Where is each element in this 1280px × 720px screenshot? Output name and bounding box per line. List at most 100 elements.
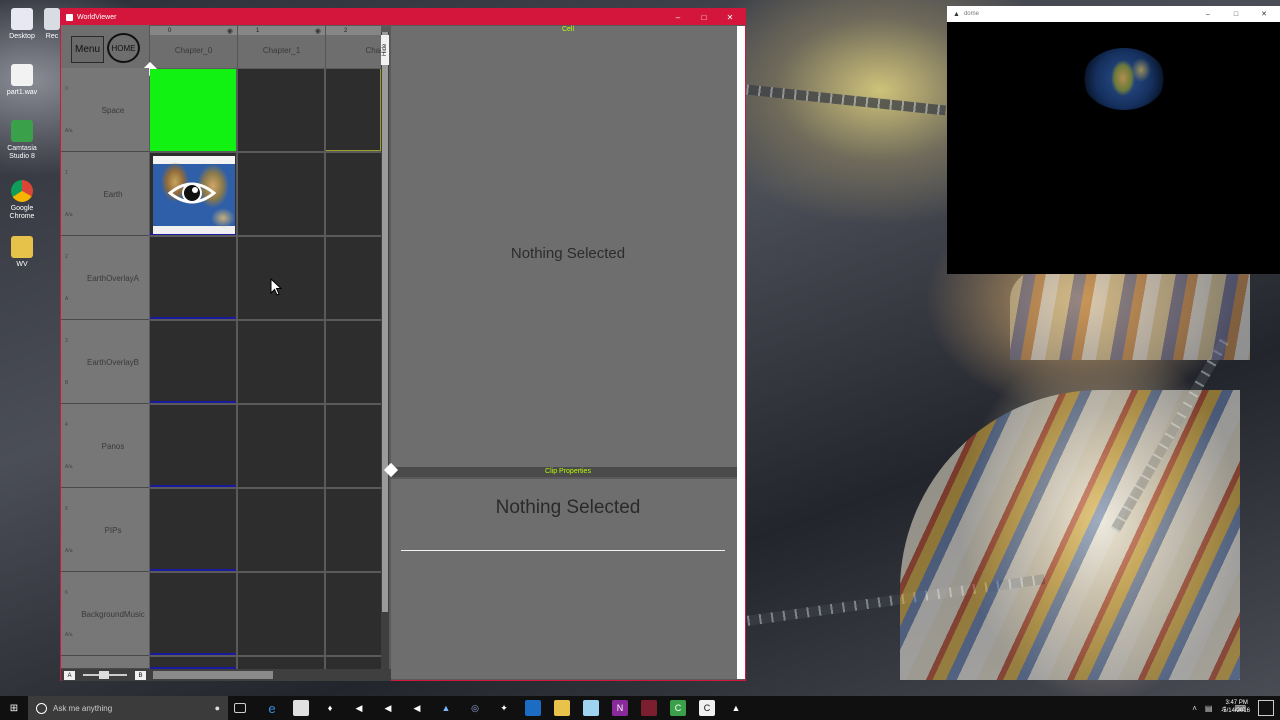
desktop-icon-label: Google Chrome [9,205,35,220]
microphone-icon[interactable]: ● [215,703,220,713]
grid-cell-space-ch2[interactable] [326,69,381,151]
grid-cell-earthoverlaya-ch2[interactable] [326,237,381,319]
notification-center-icon[interactable] [1258,700,1274,716]
system-clock[interactable]: 3:47 PM 5/14/2016 [1223,699,1250,715]
row-ab-toggle[interactable]: A/a [65,212,73,218]
store-icon[interactable] [293,700,309,716]
close-button[interactable]: ✕ [717,9,743,25]
row-index: 2 [65,254,68,260]
taskbar-app-icon[interactable]: ◀ [351,700,367,716]
chevron-up-icon[interactable]: ˄ [1192,704,1197,713]
clip-properties-tab[interactable]: Clip Properties [391,467,745,477]
grid-cell-backgroundmusic-ch1[interactable] [238,573,324,655]
b-button[interactable]: B [135,671,146,680]
desktop-icon-chrome[interactable]: Google Chrome [4,180,40,221]
column-index: 2 [344,27,348,34]
panel-scrollbar[interactable] [737,26,745,679]
grid-cell-pips-ch0[interactable] [150,489,236,571]
menu-button[interactable]: Menu [71,36,104,63]
grid-cell-earthoverlayb-ch1[interactable] [238,321,324,403]
row-header-earthoverlayb[interactable]: 3 EarthOverlayB B [61,320,149,404]
clock-time: 3:47 PM [1225,700,1248,706]
taskbar-app-icon[interactable] [583,700,599,716]
column-title: Chapter_ [365,46,381,55]
column-header-0[interactable]: 0 ◉ Chapter_0 [149,26,237,68]
crossfade-slider-knob[interactable] [99,671,109,679]
desktop-icon-wv[interactable]: WV [4,236,40,269]
grid-cell-panos-ch1[interactable] [238,405,324,487]
panel-splitter[interactable]: Clip Properties [391,467,745,477]
row-header-panos[interactable]: 4 Panos A/a [61,404,149,488]
desktop-icon-part1[interactable]: part1.wav [4,64,40,97]
hide-button[interactable]: Hide [381,35,389,65]
close-button[interactable]: ✕ [1252,6,1276,22]
row-ab-toggle[interactable]: A/a [65,128,73,134]
desktop-icon-camtasia[interactable]: Camtasia Studio 8 [4,120,40,161]
preview-titlebar[interactable]: ▲ dome – □ ✕ [947,6,1280,22]
row-header-pips[interactable]: 5 PIPs A/a [61,488,149,572]
taskbar-app-icon[interactable]: ◎ [467,700,483,716]
taskbar-app-icon[interactable]: ♦ [322,700,338,716]
window-titlebar[interactable]: WorldViewer – □ ✕ [61,9,745,25]
row-header-backgroundmusic[interactable]: 6 BackgroundMusic A/a [61,572,149,656]
grid-cell-earth-ch0[interactable] [150,153,236,235]
taskbar-app-icon[interactable]: ▲ [728,700,744,716]
grid-cell-panos-ch2[interactable] [326,405,381,487]
taskbar-app-icon[interactable]: ▲ [438,700,454,716]
start-button[interactable]: ⊞ [0,696,28,720]
grid-cell-backgroundmusic-ch0[interactable] [150,573,236,655]
row-header-earthoverlaya[interactable]: 2 EarthOverlayA A [61,236,149,320]
taskbar-app-icon[interactable]: ◀ [380,700,396,716]
minimize-button[interactable]: – [1196,6,1220,22]
network-icon[interactable]: ▤ [1205,704,1213,713]
grid-cell-earthoverlaya-ch0[interactable] [150,237,236,319]
onenote-icon[interactable]: N [612,700,628,716]
grid-cell-pips-ch1[interactable] [238,489,324,571]
taskbar-app-icon[interactable] [525,700,541,716]
grid-cell-earthoverlayb-ch2[interactable] [326,321,381,403]
taskbar-app-icon[interactable]: ◀ [409,700,425,716]
desktop-icon-desktop[interactable]: Desktop [4,8,40,41]
row-ab-toggle[interactable]: A [65,296,68,302]
task-view-icon[interactable] [234,703,246,713]
grid-vertical-scrollbar[interactable] [381,32,389,672]
worldviewer-taskbar-icon[interactable] [641,700,657,716]
row-ab-toggle[interactable]: B [65,380,68,386]
row-ab-toggle[interactable]: A/a [65,632,73,638]
eye-icon[interactable]: ◉ [315,27,321,35]
camtasia-taskbar-icon[interactable]: C [670,700,686,716]
taskbar-app-icon[interactable]: C [699,700,715,716]
row-header-earth[interactable]: 1 Earth A/a [61,152,149,236]
cell-panel-tab[interactable]: Cell [391,26,745,36]
taskbar-app-icon[interactable]: ✦ [496,700,512,716]
maximize-button[interactable]: □ [1224,6,1248,22]
file-explorer-icon[interactable] [554,700,570,716]
column-index-bar: 1 ◉ [238,26,325,35]
grid-cell-earthoverlayb-ch0[interactable] [150,321,236,403]
earth-globe-render [1083,48,1165,110]
a-button[interactable]: A [64,671,75,680]
row-ab-toggle[interactable]: A/a [65,548,73,554]
grid-cell-space-ch0[interactable] [150,69,236,151]
row-ab-toggle[interactable]: A/a [65,464,73,470]
grid-cell-earth-ch2[interactable] [326,153,381,235]
cortana-search-box[interactable]: Ask me anything ● [28,696,228,720]
home-button[interactable]: HOME [107,33,140,63]
row-header-space[interactable]: 0 Space A/a [61,68,149,152]
minimize-button[interactable]: – [665,9,691,25]
grid-cell-earth-ch1[interactable] [238,153,324,235]
search-placeholder: Ask me anything [53,703,113,713]
folder-icon [11,8,33,30]
eye-icon[interactable]: ◉ [227,27,233,35]
scrollbar-thumb[interactable] [382,32,388,612]
grid-cell-space-ch1[interactable] [238,69,324,151]
grid-cell-backgroundmusic-ch2[interactable] [326,573,381,655]
grid-cell-panos-ch0[interactable] [150,405,236,487]
desktop-icon-recycle[interactable]: Rec [42,8,62,41]
edge-icon[interactable]: e [264,700,280,716]
column-header-2[interactable]: 2 Chapter_ [325,26,381,68]
maximize-button[interactable]: □ [691,9,717,25]
grid-horizontal-scroll-thumb[interactable] [153,671,273,679]
column-header-1[interactable]: 1 ◉ Chapter_1 [237,26,325,68]
grid-cell-pips-ch2[interactable] [326,489,381,571]
